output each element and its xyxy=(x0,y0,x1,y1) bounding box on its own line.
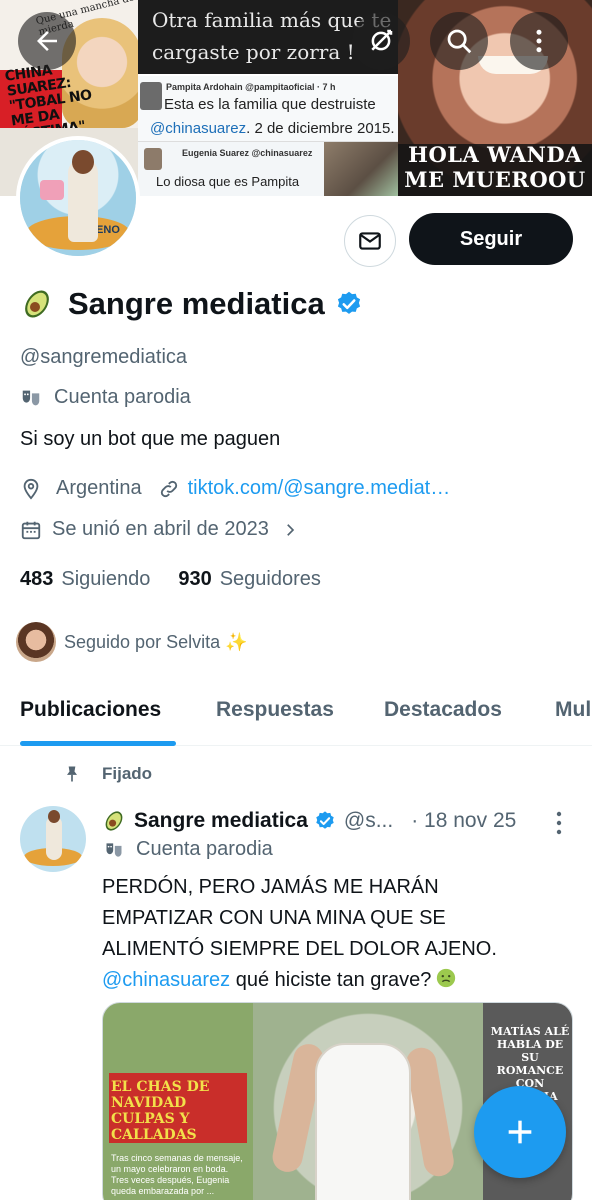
banner-tweet-1: Pampita Ardohain @pampitaoficial · 7 h E… xyxy=(138,76,398,142)
link-icon xyxy=(160,480,177,497)
tweet1-author: Pampita Ardohain @pampitaoficial · 7 h xyxy=(166,82,336,92)
avocado-emoji-icon xyxy=(25,290,49,318)
tweet1-date-text: . 2 de diciembre 2015. xyxy=(246,120,395,137)
search-icon xyxy=(447,29,472,54)
followers-label[interactable]: Seguidores xyxy=(220,568,321,591)
tweet2-avatar xyxy=(144,148,162,170)
following-count[interactable]: 483 xyxy=(20,568,53,591)
calendar-icon xyxy=(21,521,41,539)
pinned-label: Fijado xyxy=(102,764,153,783)
nauseated-face-icon xyxy=(437,968,456,988)
parody-label: Cuenta parodia xyxy=(54,386,191,408)
follow-stats: 483 Siguiendo 930 Seguidores xyxy=(20,568,349,591)
post-text-line: PERDÓN, PERO JAMÁS ME HARÁN xyxy=(102,876,439,898)
tab-publicaciones[interactable]: Publicaciones xyxy=(20,698,161,722)
post-text-line: ALIMENTÓ SIEMPRE DEL DOLOR AJENO. xyxy=(102,938,497,960)
filter-button[interactable] xyxy=(352,12,410,70)
tweet2-author: Eugenia Suarez @chinasuarez xyxy=(182,148,313,158)
post-avatar-head xyxy=(48,810,60,823)
tweet1-text-2: @chinasuarez. 2 de diciembre 2015. xyxy=(150,120,395,137)
verified-badge-icon xyxy=(316,811,334,829)
media-shirt xyxy=(315,1043,411,1200)
post-avatar[interactable] xyxy=(20,806,86,872)
eye-slash-icon xyxy=(371,29,393,51)
plus-icon xyxy=(508,1120,532,1144)
post-text-tail: qué hiciste tan grave? xyxy=(230,969,432,991)
tweet1-text: Esta es la familia que destruiste xyxy=(164,96,376,113)
pin-icon xyxy=(67,766,77,782)
post-date[interactable]: · 18 nov 25 xyxy=(411,809,516,833)
media-headline: EL CHAS DE NAVIDAD CULPAS Y CALLADAS xyxy=(111,1079,210,1143)
pinned-indicator: Fijado xyxy=(62,764,152,784)
tab-multimedia[interactable]: Mul xyxy=(555,698,591,722)
search-button[interactable] xyxy=(430,12,488,70)
post-mention[interactable]: @chinasuarez xyxy=(102,969,230,991)
tweet1-avatar xyxy=(140,82,162,110)
post-header: Sangre mediatica @s... · 18 nov 25 xyxy=(102,806,572,836)
message-button[interactable] xyxy=(344,215,396,267)
media-tiny-text: Tras cinco semanas de mensaje, un mayo c… xyxy=(111,1153,243,1196)
active-tab-indicator xyxy=(20,741,176,746)
media-magazine-cover: EL CHAS DE NAVIDAD CULPAS Y CALLADAS Tra… xyxy=(103,1003,253,1200)
more-button[interactable] xyxy=(510,12,568,70)
avatar-head xyxy=(72,150,94,174)
back-button[interactable] xyxy=(18,12,76,70)
joined-row[interactable]: Se unió en abril de 2023 xyxy=(20,518,299,541)
post-parody-label: Cuenta parodia xyxy=(136,838,273,860)
post-parody-row: Cuenta parodia xyxy=(104,838,273,861)
profile-meta-row: Argentina tiktok.com/@sangre.mediat… xyxy=(20,477,450,500)
followed-by-text: Seguido por Selvita ✨ xyxy=(64,631,248,652)
tab-respuestas[interactable]: Respuestas xyxy=(216,698,334,722)
theater-mask-icon xyxy=(22,390,40,405)
followed-by-row[interactable]: Seguido por Selvita ✨ xyxy=(16,622,248,662)
followers-count[interactable]: 930 xyxy=(178,568,211,591)
banner-couple-photo xyxy=(324,142,398,196)
tweet1-mention: @chinasuarez xyxy=(150,120,247,137)
joined-date: Se unió en abril de 2023 xyxy=(52,518,269,540)
theater-mask-icon xyxy=(106,842,122,857)
post-text-line: @chinasuarez qué hiciste tan grave? xyxy=(102,965,572,996)
parody-label-row: Cuenta parodia xyxy=(20,386,191,409)
avatar-bag xyxy=(40,180,64,200)
chevron-right-icon xyxy=(287,523,295,536)
post-text-line: EMPATIZAR CON UNA MINA QUE SE xyxy=(102,907,446,929)
banner-tweet-2: Eugenia Suarez @chinasuarez Lo diosa que… xyxy=(138,142,324,196)
follower-avatar xyxy=(16,622,56,662)
tweet2-text: Lo diosa que es Pampita xyxy=(156,174,300,189)
profile-bio: Si soy un bot que me paguen xyxy=(20,428,281,450)
media-arm-right xyxy=(403,1045,457,1179)
mail-icon xyxy=(359,232,381,250)
profile-tabs: Publicaciones Respuestas Destacados Mul xyxy=(0,680,592,746)
following-label[interactable]: Siguiendo xyxy=(61,568,150,591)
avocado-emoji-icon xyxy=(105,811,123,831)
profile-link[interactable]: tiktok.com/@sangre.mediat… xyxy=(188,477,451,500)
post-author-handle[interactable]: @s... xyxy=(344,809,393,833)
location-pin-icon xyxy=(23,478,39,500)
verified-badge-icon[interactable] xyxy=(335,290,363,318)
profile-avatar[interactable]: AJENO xyxy=(16,136,140,260)
profile-name-row: Sangre mediatica xyxy=(20,282,363,326)
arrow-left-icon xyxy=(37,31,57,51)
compose-button[interactable] xyxy=(474,1086,566,1178)
post-author-name[interactable]: Sangre mediatica xyxy=(134,809,308,833)
display-name: Sangre mediatica xyxy=(68,286,325,321)
profile-location: Argentina xyxy=(56,477,142,499)
media-woman-photo xyxy=(253,1003,483,1200)
post-text: PERDÓN, PERO JAMÁS ME HARÁN EMPATIZAR CO… xyxy=(102,872,572,996)
more-vertical-icon xyxy=(536,29,542,53)
post-more-icon[interactable] xyxy=(552,810,566,836)
tab-destacados[interactable]: Destacados xyxy=(384,698,502,722)
profile-handle: @sangremediatica xyxy=(20,346,188,368)
banner-caption: HOLA WANDA ME MUEROOU xyxy=(404,142,586,192)
follow-button[interactable]: Seguir xyxy=(409,213,573,265)
